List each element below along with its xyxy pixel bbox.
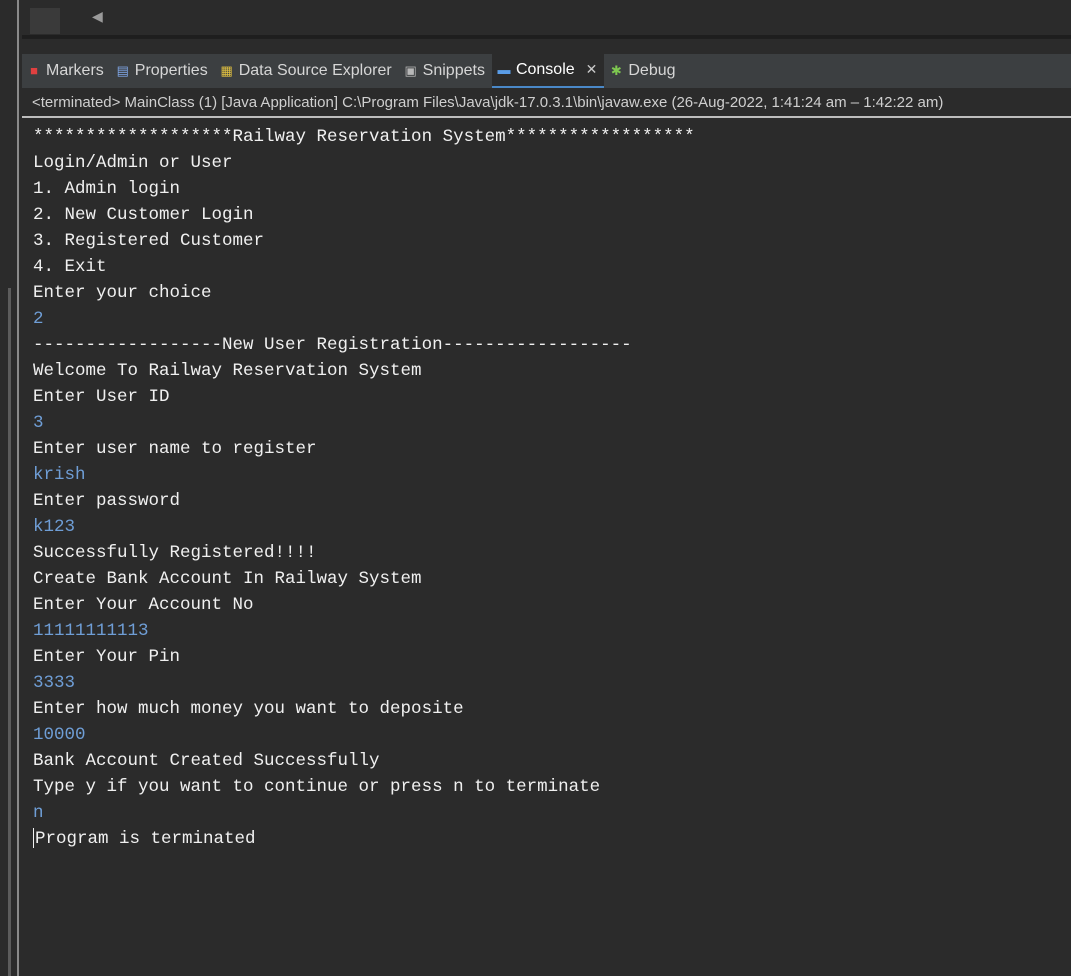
scrollbar-thumb[interactable] bbox=[30, 8, 60, 34]
tab-debug[interactable]: ✱ Debug bbox=[604, 54, 682, 88]
tab-datasource[interactable]: ▦ Data Source Explorer bbox=[215, 54, 399, 88]
tab-markers[interactable]: ■ Markers bbox=[22, 54, 111, 88]
debug-icon: ✱ bbox=[610, 63, 622, 78]
console-line-text: 2 bbox=[33, 309, 44, 329]
console-line-text: Create Bank Account In Railway System bbox=[33, 569, 422, 589]
console-icon: ▬ bbox=[497, 62, 511, 77]
console-line-text: Type y if you want to continue or press … bbox=[33, 777, 601, 797]
console-line-text: *******************Railway Reservation S… bbox=[33, 127, 695, 147]
console-output-line: 4. Exit bbox=[33, 254, 1071, 280]
console-line-text: Program is terminated bbox=[35, 829, 256, 849]
console-output-line: 2. New Customer Login bbox=[33, 202, 1071, 228]
console-line-text: k123 bbox=[33, 517, 76, 537]
console-line-text: 3. Registered Customer bbox=[33, 231, 265, 251]
tab-label: Console bbox=[515, 61, 575, 78]
console-output-line: Type y if you want to continue or press … bbox=[33, 774, 1071, 800]
console-input-line: n bbox=[33, 800, 1071, 826]
console-output-line: ------------------New User Registration-… bbox=[33, 332, 1071, 358]
scroll-track bbox=[22, 35, 1071, 38]
console-line-text: ------------------New User Registration-… bbox=[33, 335, 632, 355]
tab-label: Markers bbox=[46, 62, 104, 79]
console-input-line: 3 bbox=[33, 410, 1071, 436]
console-line-text: 11111111113 bbox=[33, 621, 149, 641]
console-line-text: Enter user name to register bbox=[33, 439, 317, 459]
console-input-line: 2 bbox=[33, 306, 1071, 332]
console-status-line: <terminated> MainClass (1) [Java Applica… bbox=[22, 88, 1071, 118]
console-input-line: 10000 bbox=[33, 722, 1071, 748]
console-line-text: Welcome To Railway Reservation System bbox=[33, 361, 422, 381]
console-output-line: Enter your choice bbox=[33, 280, 1071, 306]
markers-icon: ■ bbox=[30, 63, 38, 78]
console-output-line: Enter how much money you want to deposit… bbox=[33, 696, 1071, 722]
console-line-text: Enter how much money you want to deposit… bbox=[33, 699, 464, 719]
console-line-text: Enter password bbox=[33, 491, 181, 511]
tab-console[interactable]: ▬ Console ✕ bbox=[491, 54, 605, 88]
text-cursor bbox=[33, 828, 34, 849]
close-icon[interactable]: ✕ bbox=[586, 62, 598, 78]
console-line-text: n bbox=[33, 803, 44, 823]
console-output-line: Program is terminated bbox=[33, 826, 1071, 852]
console-output-line: Enter User ID bbox=[33, 384, 1071, 410]
console-line-text: 10000 bbox=[33, 725, 86, 745]
console-output-line: Login/Admin or User bbox=[33, 150, 1071, 176]
tab-label: Debug bbox=[628, 62, 676, 79]
console-output-line: Enter Your Pin bbox=[33, 644, 1071, 670]
console-output-line: Enter Your Account No bbox=[33, 592, 1071, 618]
console-line-text: Successfully Registered!!!! bbox=[33, 543, 317, 563]
view-tab-bar: ■ Markers ▤ Properties ▦ Data Source Explorer… bbox=[22, 54, 1071, 88]
console-line-text: Enter User ID bbox=[33, 387, 170, 407]
console-input-line: krish bbox=[33, 462, 1071, 488]
console-output-line: Bank Account Created Successfully bbox=[33, 748, 1071, 774]
gutter-scroll-indicator bbox=[8, 288, 11, 976]
console-line-text: 4. Exit bbox=[33, 257, 107, 277]
console-line-text: 2. New Customer Login bbox=[33, 205, 254, 225]
console-line-text: 3333 bbox=[33, 673, 76, 693]
editor-horizontal-scrollbar[interactable]: ◀ bbox=[22, 0, 1071, 39]
console-input-line: 11111111113 bbox=[33, 618, 1071, 644]
tab-properties[interactable]: ▤ Properties bbox=[111, 54, 215, 88]
tab-label: Snippets bbox=[422, 62, 485, 79]
console-line-text: Bank Account Created Successfully bbox=[33, 751, 380, 771]
scroll-left-arrow-icon[interactable]: ◀ bbox=[92, 9, 103, 25]
console-input-line: 3333 bbox=[33, 670, 1071, 696]
console-line-text: Login/Admin or User bbox=[33, 153, 233, 173]
console-output-line: 3. Registered Customer bbox=[33, 228, 1071, 254]
console-line-text: Enter Your Account No bbox=[33, 595, 254, 615]
gutter-divider bbox=[17, 0, 19, 976]
console-output-line: Welcome To Railway Reservation System bbox=[33, 358, 1071, 384]
console-output-line: Enter user name to register bbox=[33, 436, 1071, 462]
console-input-line: k123 bbox=[33, 514, 1071, 540]
properties-icon: ▤ bbox=[116, 63, 129, 78]
console-line-text: krish bbox=[33, 465, 86, 485]
console-line-text: Enter your choice bbox=[33, 283, 212, 303]
console-output[interactable]: *******************Railway Reservation S… bbox=[22, 120, 1071, 976]
left-gutter bbox=[0, 0, 22, 976]
tab-label: Data Source Explorer bbox=[238, 62, 392, 79]
console-line-text: Enter Your Pin bbox=[33, 647, 181, 667]
console-output-line: 1. Admin login bbox=[33, 176, 1071, 202]
console-line-text: 1. Admin login bbox=[33, 179, 181, 199]
console-output-line: Successfully Registered!!!! bbox=[33, 540, 1071, 566]
tab-snippets[interactable]: ▣ Snippets bbox=[399, 54, 492, 88]
console-line-text: 3 bbox=[33, 413, 44, 433]
console-output-line: *******************Railway Reservation S… bbox=[33, 124, 1071, 150]
tab-label: Properties bbox=[134, 62, 208, 79]
data-source-icon: ▦ bbox=[220, 63, 233, 78]
snippets-icon: ▣ bbox=[404, 63, 417, 78]
console-output-line: Create Bank Account In Railway System bbox=[33, 566, 1071, 592]
console-output-line: Enter password bbox=[33, 488, 1071, 514]
